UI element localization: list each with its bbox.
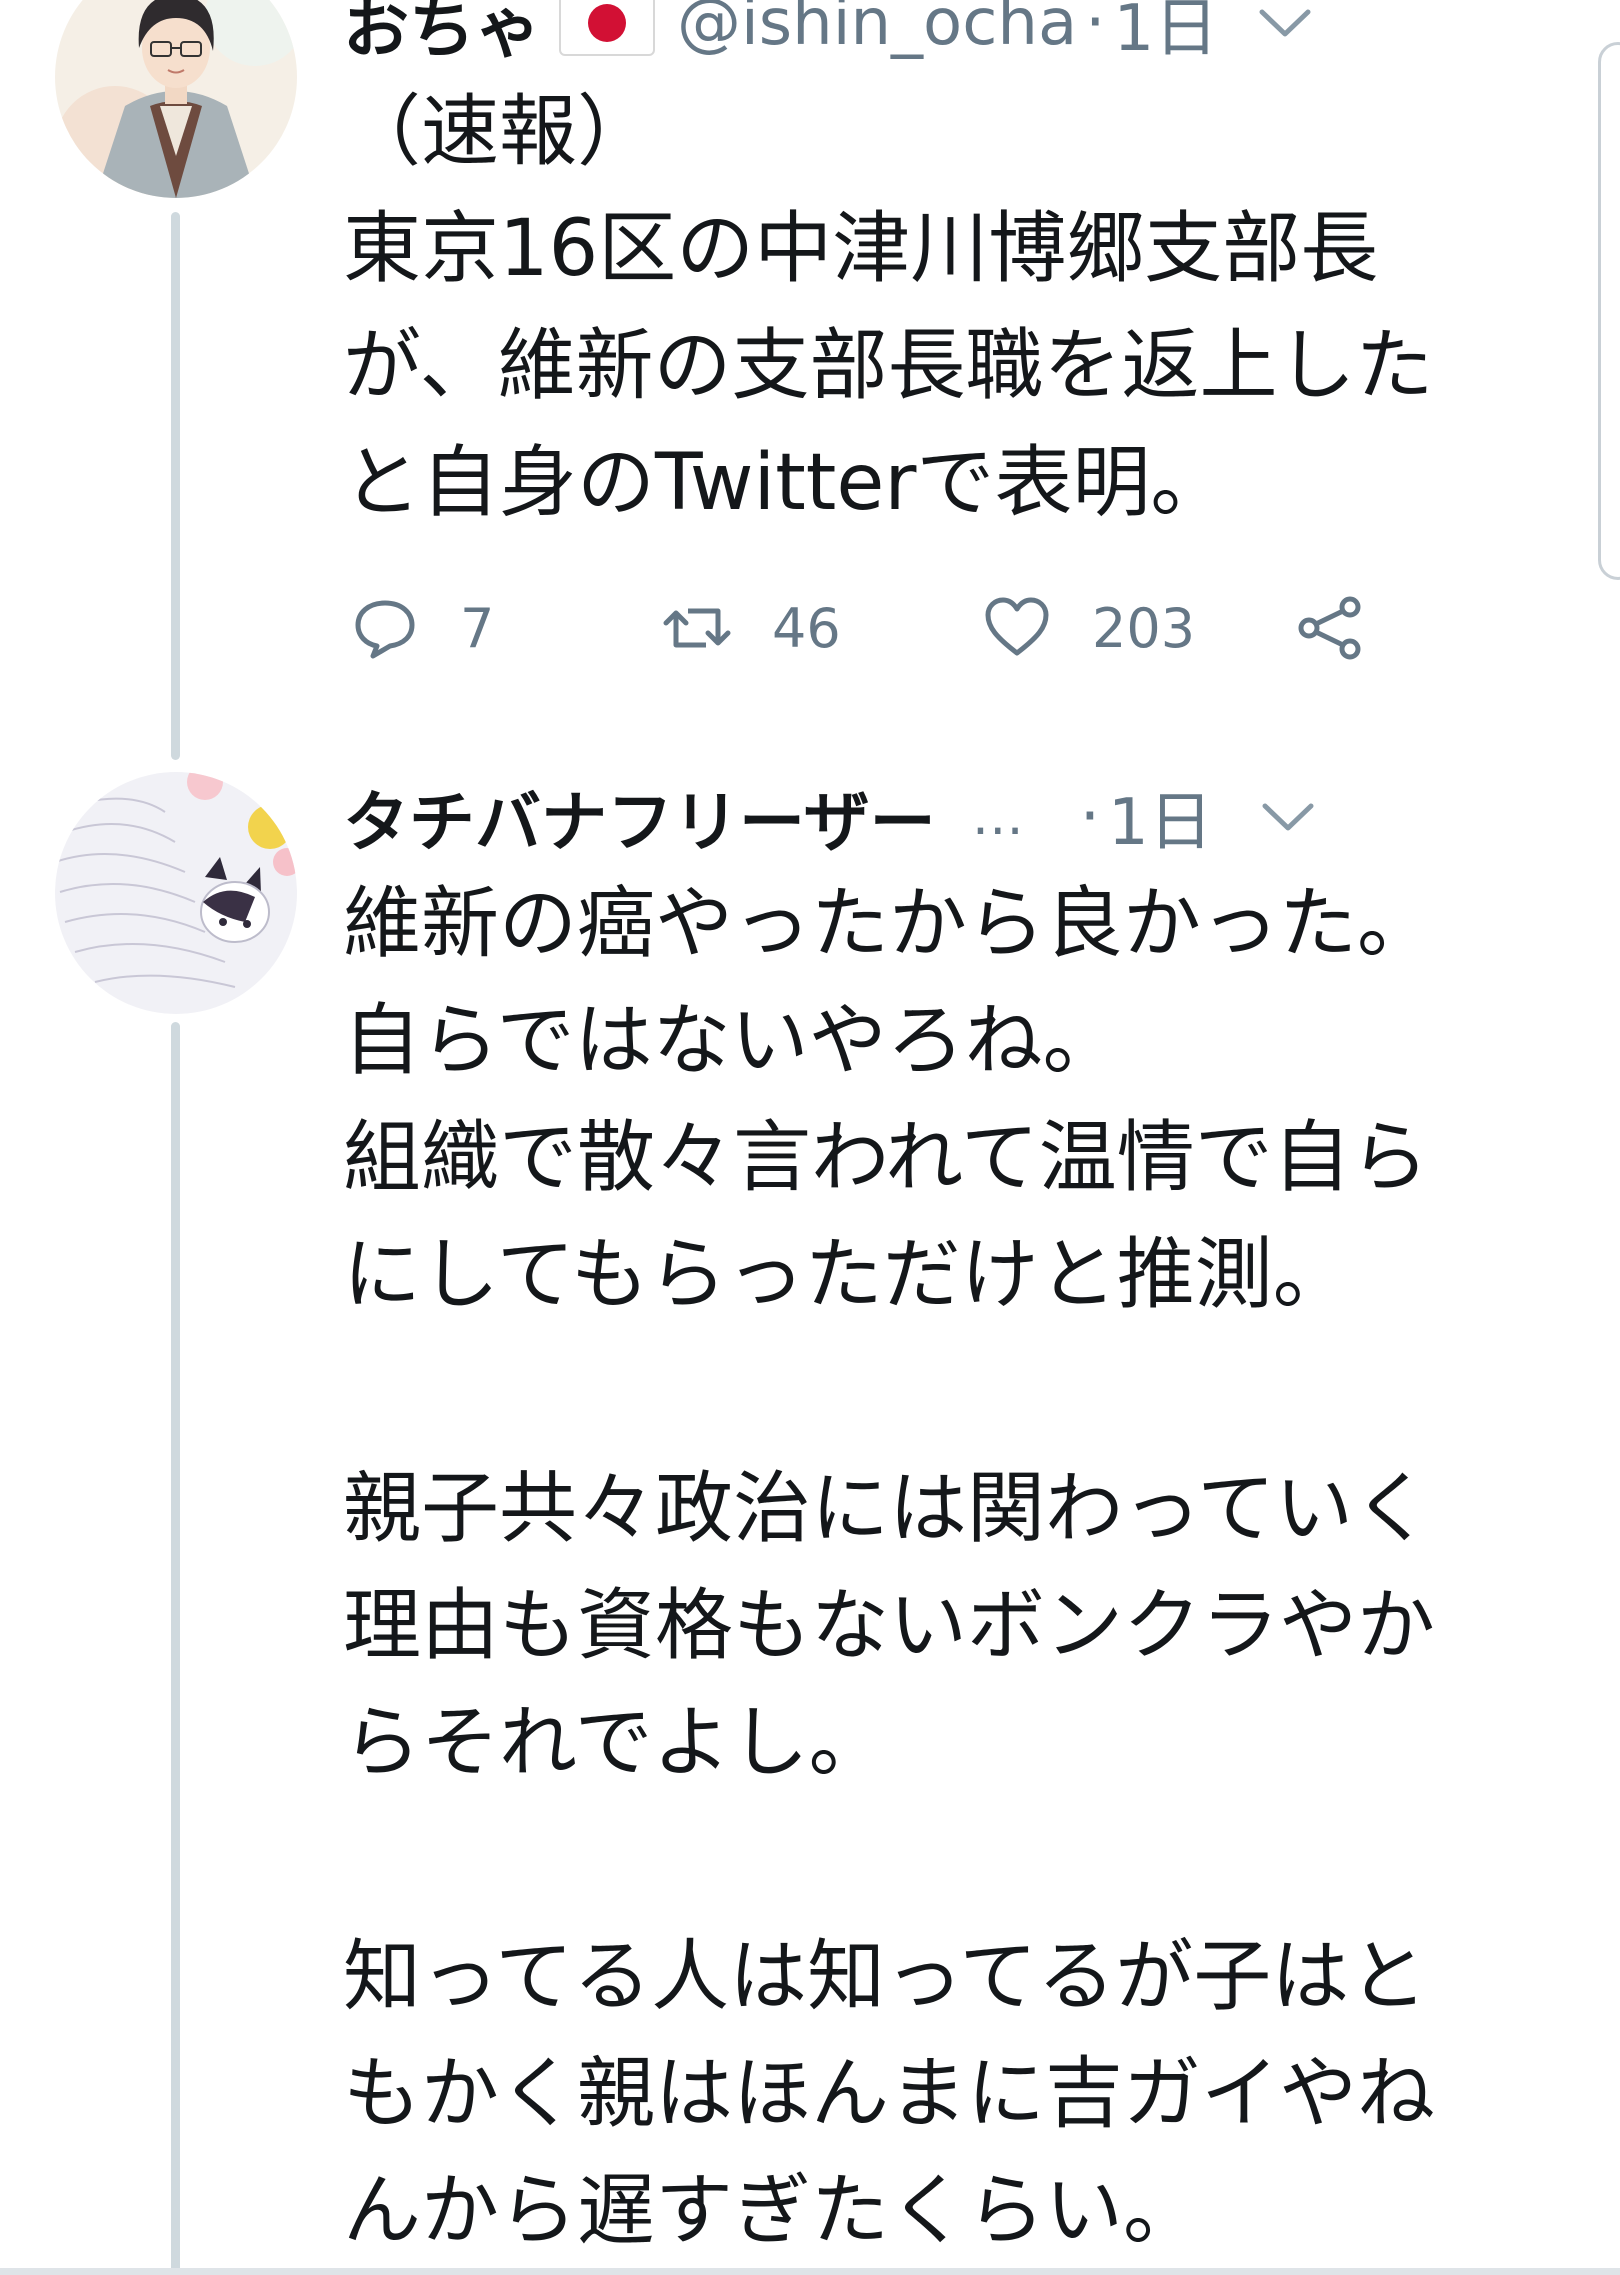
timestamp[interactable]: 1日 (1114, 0, 1219, 69)
user-handle[interactable]: @ishin_ocha (677, 0, 1077, 60)
reply-icon (355, 600, 415, 659)
share-icon (1298, 596, 1361, 660)
separator-dot: · (1085, 0, 1106, 60)
avatar[interactable] (55, 0, 297, 198)
share-button[interactable] (1295, 578, 1365, 678)
tweet-header: タチバナフリーザー … · 1日 (343, 762, 1315, 872)
chevron-down-icon[interactable] (1261, 800, 1315, 834)
like-count: 203 (1092, 596, 1196, 660)
separator-dot: · (1079, 780, 1101, 854)
avatar[interactable] (55, 772, 297, 1014)
display-name[interactable]: タチバナフリーザー (343, 769, 936, 865)
reply-button[interactable]: 7 (350, 578, 494, 678)
tweet-actions: 7 46 203 (350, 578, 1450, 678)
retweet-icon (663, 608, 731, 648)
retweet-button[interactable]: 46 (662, 578, 841, 678)
thread-line-1 (171, 212, 180, 760)
reply-count: 7 (460, 596, 495, 660)
like-button[interactable]: 203 (982, 578, 1195, 678)
name-ellipsis: … (971, 787, 1024, 847)
divider (0, 2268, 1620, 2275)
retweet-count: 46 (772, 596, 841, 660)
scroll-handle[interactable] (1598, 42, 1620, 580)
japan-flag-icon (559, 0, 655, 56)
tweet-text: 維新の癌やったから良かった。 自らではないやろね。 組織で散々言われて温情で自ら… (343, 879, 1436, 2256)
thread-line-2 (171, 1022, 180, 2275)
timestamp[interactable]: 1日 (1108, 771, 1213, 863)
display-name[interactable]: おちゃ (343, 0, 541, 71)
chevron-down-icon[interactable] (1258, 6, 1312, 40)
tweet-text: （速報） 東京16区の中津川博郷支部長 が、維新の支部長職を返上した と自身のT… (343, 87, 1434, 528)
heart-icon (985, 597, 1049, 656)
tweet-header: おちゃ @ishin_ocha · 1日 (343, 0, 1312, 78)
